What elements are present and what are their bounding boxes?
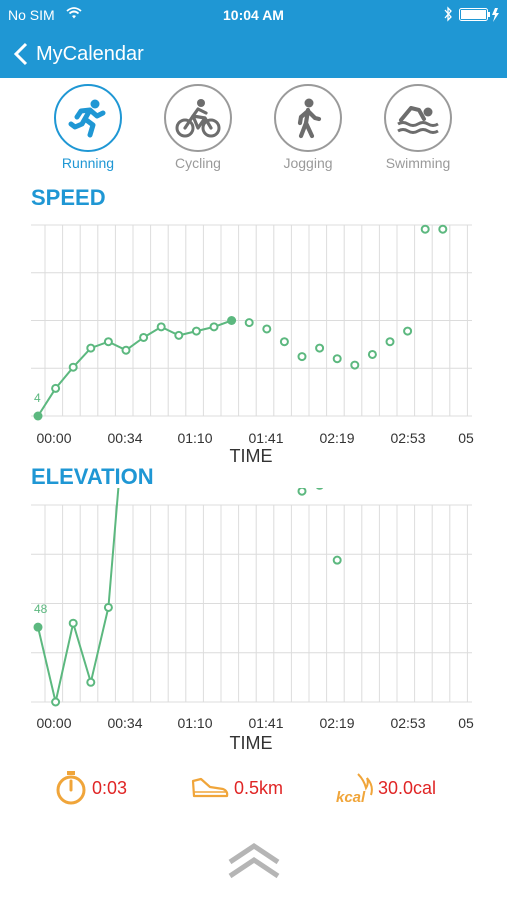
back-button[interactable]: MyCalendar [12, 39, 144, 69]
distance-value: 0.5km [234, 777, 284, 798]
data-point [103, 602, 113, 612]
tab-cycling-circle [164, 84, 232, 152]
bluetooth-icon [444, 6, 452, 22]
data-point [367, 349, 377, 359]
calories-value: 30.0cal [378, 777, 437, 798]
tab-swimming[interactable]: Swimming [368, 84, 468, 176]
tab-running-label: Running [61, 155, 115, 171]
tab-running[interactable]: Running [38, 84, 138, 176]
x-tick-label: 01:41 [248, 430, 283, 446]
status-time: 10:04 AM [223, 7, 284, 23]
distance-summary: 0.5km [190, 766, 283, 810]
duration-summary: 0:03 [54, 766, 127, 810]
x-tick-label: 02:19 [319, 715, 354, 731]
data-point-filled [33, 411, 43, 421]
tab-swimming-circle [384, 84, 452, 152]
shoe-icon [191, 777, 229, 798]
x-axis-title: TIME [230, 733, 273, 753]
swimming-icon [397, 106, 439, 134]
tab-jogging-circle [274, 84, 342, 152]
data-point [297, 352, 307, 362]
data-point-filled [227, 316, 237, 325]
x-tick-label: 01:10 [177, 715, 212, 731]
data-point [139, 332, 149, 342]
x-tick-label: 05 [458, 430, 474, 446]
calories-summary: kcal 30.0cal [334, 766, 436, 810]
data-point [103, 337, 113, 347]
point-value-label: 4 [34, 391, 41, 405]
tab-swimming-label: Swimming [385, 155, 451, 171]
x-axis-title: TIME [230, 446, 273, 466]
elevation-chart-title: ELEVATION [31, 464, 154, 489]
activity-tabs: Running Cycling Jogging Swimming [0, 84, 507, 176]
data-point [86, 677, 96, 687]
data-point [332, 555, 342, 565]
double-chevron-up-icon [228, 842, 280, 879]
tab-cycling[interactable]: Cycling [148, 84, 248, 176]
data-point [156, 322, 166, 332]
kcal-icon-text: kcal [336, 789, 366, 806]
data-point [332, 354, 342, 364]
data-point [86, 343, 96, 353]
speed-chart-title: SPEED [31, 185, 106, 210]
x-tick-label: 00:34 [107, 430, 142, 446]
duration-value: 0:03 [92, 777, 128, 798]
tab-cycling-label: Cycling [175, 155, 221, 171]
data-point [438, 224, 448, 234]
data-point [191, 326, 201, 336]
data-point [68, 618, 78, 628]
data-point [262, 324, 272, 334]
summary-row: 0:03 0.5km kcal 30.0cal [0, 766, 507, 810]
point-value-label: 48 [34, 602, 48, 616]
data-point [209, 322, 219, 332]
data-point [385, 337, 395, 347]
x-tick-label: 02:53 [390, 430, 425, 446]
data-point [350, 360, 360, 370]
x-tick-label: 02:19 [319, 430, 354, 446]
running-icon [68, 99, 106, 138]
cycling-icon [175, 99, 221, 138]
back-label: MyCalendar [36, 42, 144, 65]
chevron-left-icon [13, 42, 28, 66]
data-point [51, 697, 61, 707]
data-point [403, 326, 413, 336]
status-bar: No SIM 10:04 AM [0, 0, 507, 30]
speed-chart: 4 00:00 00:34 01:10 01:41 02:19 02:53 05 TIME [31, 224, 474, 466]
tab-jogging-label: Jogging [283, 155, 333, 171]
navigation-bar: MyCalendar [0, 30, 507, 78]
expand-up-button[interactable] [226, 840, 282, 882]
data-point [297, 488, 307, 496]
x-tick-label: 00:00 [36, 715, 71, 731]
data-point-filled [33, 622, 43, 632]
data-point [316, 488, 324, 490]
data-point [68, 362, 78, 372]
data-point [279, 337, 289, 347]
series-line [37, 488, 120, 703]
data-point [420, 224, 430, 234]
walking-icon [297, 98, 322, 139]
x-tick-label: 01:10 [177, 430, 212, 446]
x-tick-label: 00:00 [36, 430, 71, 446]
data-point [244, 318, 254, 328]
tab-jogging[interactable]: Jogging [258, 84, 358, 176]
x-tick-label: 01:41 [248, 715, 283, 731]
data-point [315, 343, 325, 353]
kcal-flame-icon: kcal [336, 773, 373, 806]
tab-running-circle [54, 84, 122, 152]
data-point [121, 345, 131, 355]
battery-icon [459, 8, 499, 22]
x-tick-label: 05 [458, 715, 474, 731]
data-point [174, 330, 184, 340]
x-tick-label: 02:53 [390, 715, 425, 731]
data-point [51, 383, 61, 393]
stopwatch-icon [56, 771, 86, 805]
x-tick-label: 00:34 [107, 715, 142, 731]
elevation-chart: 48 00:00 00:34 01:10 01:41 02:19 02:53 05 TIME [31, 488, 474, 753]
